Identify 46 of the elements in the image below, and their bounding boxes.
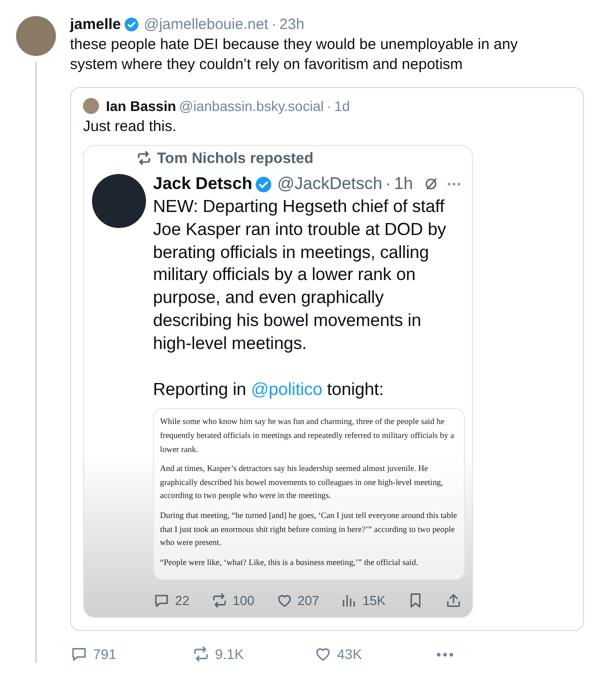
slashed-circle-icon bbox=[424, 177, 438, 191]
post-time: 1d bbox=[334, 98, 350, 114]
avatar[interactable] bbox=[16, 16, 56, 56]
author-handle: @JackDetsch bbox=[277, 174, 382, 194]
more-icon bbox=[436, 652, 454, 657]
speech-bubble-icon bbox=[70, 645, 88, 664]
avatar bbox=[83, 98, 99, 114]
views-button[interactable]: 15K bbox=[340, 592, 386, 610]
separator-dot: · bbox=[326, 98, 332, 114]
author-handle[interactable]: @jamellebouie.net bbox=[144, 16, 268, 33]
like-button[interactable]: 207 bbox=[276, 592, 320, 610]
bar-chart-icon bbox=[340, 592, 358, 610]
author-name: Jack Detsch bbox=[153, 174, 252, 194]
tweet-text: NEW: Departing Hegseth chief of staff Joe Kasper ran into trouble at DOD by berating officials in meetings, calling military officials by a lower rank on purpose, and even graphically describing his bowel movements in high-level meetings. bbox=[153, 195, 447, 355]
reply-button[interactable]: 791 bbox=[70, 645, 192, 664]
speech-bubble-icon bbox=[153, 592, 170, 610]
article-paragraph: During that meeting, “he turned [and] he goes, ‘Can I just tell everyone around this table that I just took an enormous shit right before coming in here?’” according to two people who were present. bbox=[160, 510, 458, 550]
repost-button[interactable]: 9.1K bbox=[192, 645, 314, 664]
separator-dot: · bbox=[385, 174, 392, 194]
repost-arrows-icon bbox=[210, 592, 228, 610]
post-text: these people hate DEI because they would be unemployable in any system where they couldn’t rely on favoritism and nepotism bbox=[70, 35, 519, 75]
like-button[interactable]: 43K bbox=[314, 645, 436, 664]
author-name: Ian Bassin bbox=[106, 98, 176, 114]
repost-arrows-icon bbox=[192, 645, 210, 664]
post-time: 23h bbox=[279, 16, 304, 33]
mention-link: @politico bbox=[250, 378, 322, 399]
repost-arrows-icon bbox=[136, 151, 152, 165]
heart-icon bbox=[276, 592, 293, 610]
author-handle: @ianbassin.bsky.social bbox=[179, 98, 324, 114]
article-paragraph: “People were like, ‘what? Like, this is a business meeting,’” the official said. bbox=[160, 556, 419, 569]
heart-icon bbox=[314, 645, 332, 664]
repost-label: Tom Nichols reposted bbox=[157, 150, 314, 166]
repost-button[interactable]: 100 bbox=[210, 592, 254, 610]
author-name[interactable]: jamelle bbox=[70, 16, 121, 33]
share-button[interactable] bbox=[444, 592, 462, 610]
avatar bbox=[92, 174, 146, 228]
article-paragraph: And at times, Kasper’s detractors say his leadership seemed almost juvenile. He graphically described his bowel movements to colleagues in one high-level meeting, according to two people who were in the meetings. bbox=[160, 463, 444, 502]
more-icon bbox=[446, 182, 461, 186]
share-icon bbox=[444, 592, 462, 610]
post-time: 1h bbox=[394, 174, 413, 194]
tweet-text: Reporting in @politico tonight: bbox=[153, 378, 385, 400]
separator-dot: · bbox=[271, 16, 276, 33]
reply-button[interactable]: 22 bbox=[153, 592, 190, 610]
quote-text: Just read this. bbox=[83, 118, 178, 135]
article-paragraph: While some who know him say he was fun and charming, three of the people said he frequently berated officials in meetings and repeatedly referred to military officials by a lower rank. bbox=[160, 416, 456, 456]
quote-card[interactable] bbox=[70, 87, 584, 632]
